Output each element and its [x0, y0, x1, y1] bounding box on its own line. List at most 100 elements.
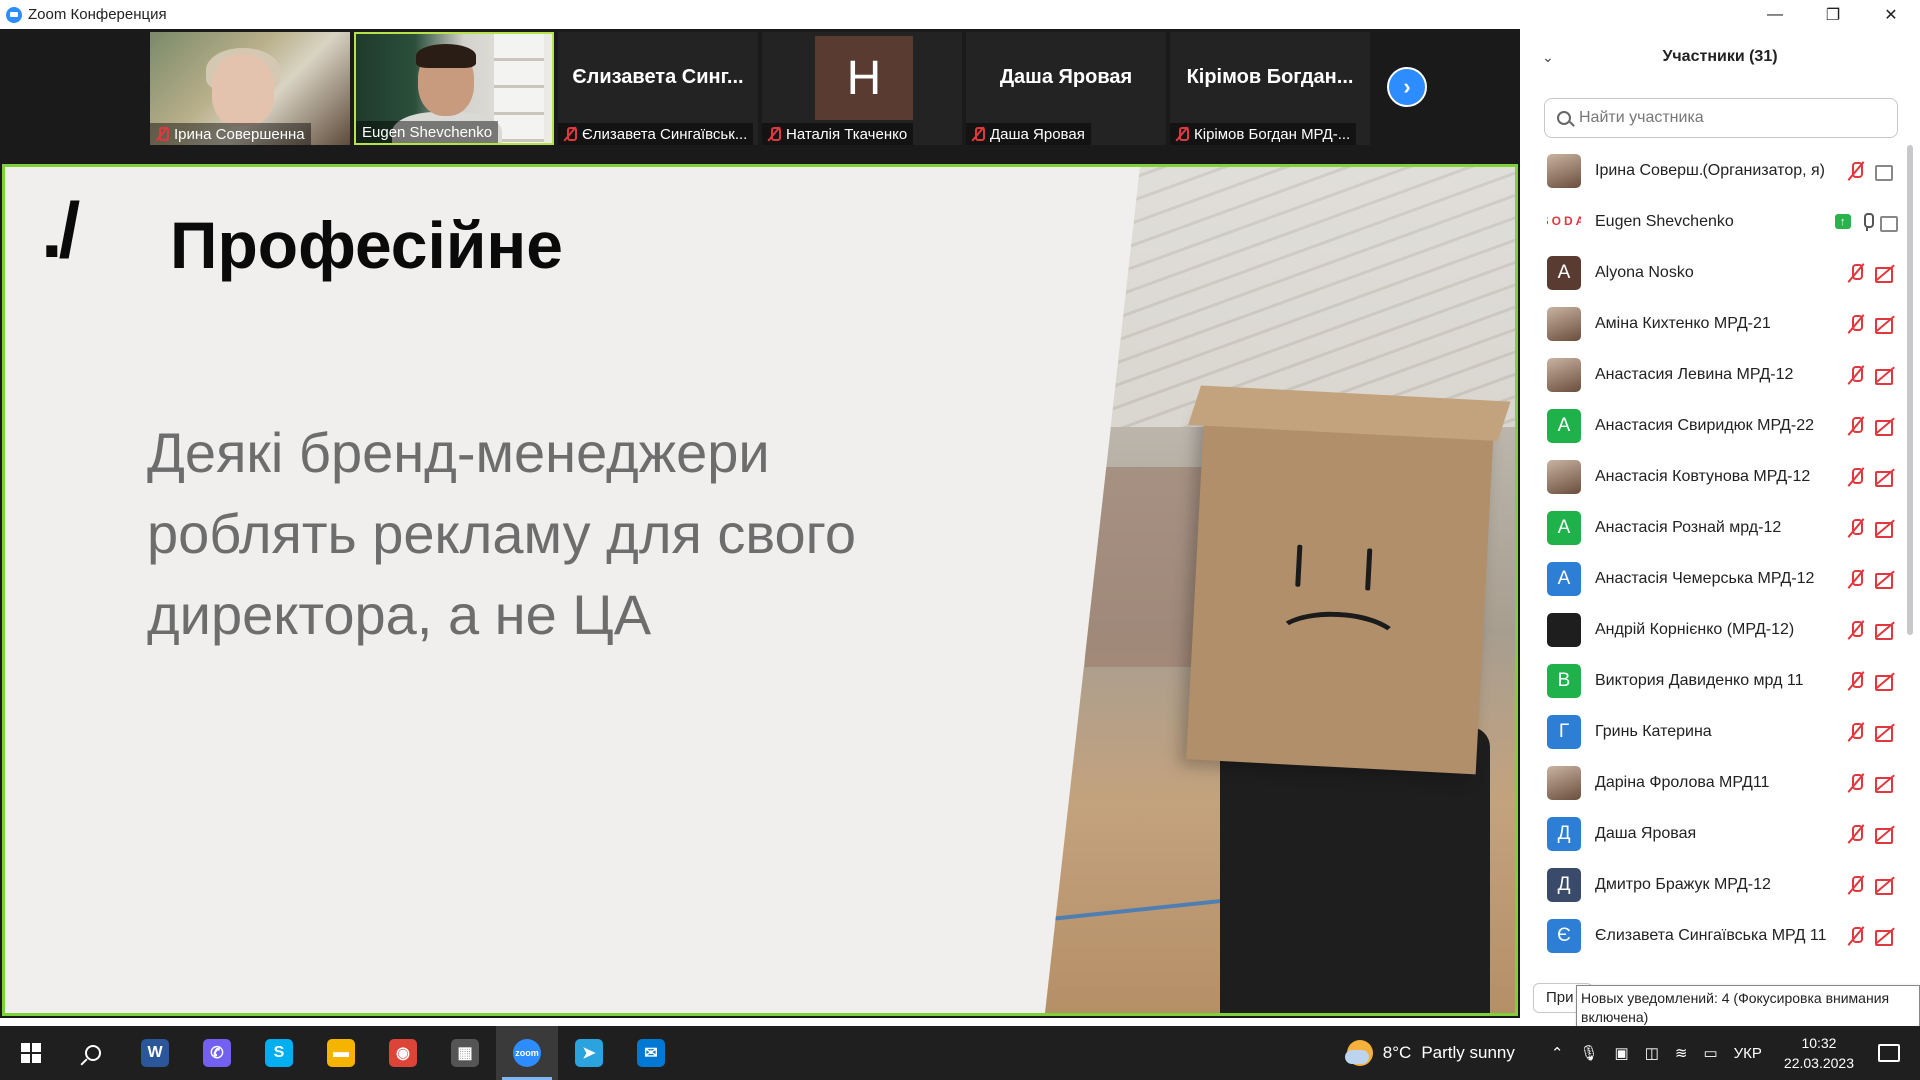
participant-avatar: Г: [1547, 714, 1581, 749]
camera-off-icon[interactable]: [1875, 673, 1897, 691]
participant-avatar: [1547, 459, 1581, 494]
taskbar-zoom[interactable]: zoom: [496, 1026, 558, 1080]
participant-row[interactable]: Анастасія Ковтунова МРД-12: [1520, 451, 1905, 502]
camera-off-icon[interactable]: [1875, 622, 1897, 640]
video-tile-2[interactable]: Eugen Shevchenko: [354, 32, 554, 145]
weather-widget[interactable]: 8°C Partly sunny: [1344, 1040, 1515, 1066]
restore-button[interactable]: ❐: [1804, 0, 1862, 29]
muted-mic-icon[interactable]: [1847, 620, 1865, 640]
participant-row[interactable]: Є Єлизавета Сингаївська МРД 11: [1520, 910, 1905, 961]
participant-row[interactable]: А Анастасія Чемерська МРД-12: [1520, 553, 1905, 604]
camera-off-icon[interactable]: [1875, 928, 1897, 946]
muted-mic-icon[interactable]: [1847, 416, 1865, 436]
muted-mic-icon[interactable]: [1847, 875, 1865, 895]
microphone-icon[interactable]: 🎙: [1579, 1044, 1598, 1062]
search-icon: [1557, 111, 1571, 125]
taskbar-viber[interactable]: ✆: [186, 1026, 248, 1080]
video-tile-6[interactable]: Кірімов Богдан... Кірімов Богдан МРД-...: [1170, 32, 1370, 145]
taskbar-telegram[interactable]: ➤: [558, 1026, 620, 1080]
participant-row[interactable]: А Анастасия Свиридюк МРД-22: [1520, 400, 1905, 451]
taskbar-chrome[interactable]: ◉: [372, 1026, 434, 1080]
participant-row[interactable]: Аміна Кихтенко МРД-21: [1520, 298, 1905, 349]
muted-mic-icon[interactable]: [1847, 773, 1865, 793]
muted-mic-icon[interactable]: [1847, 467, 1865, 487]
participant-row[interactable]: В Виктория Давиденко мрд 11: [1520, 655, 1905, 706]
participant-name: Анастасія Ковтунова МРД-12: [1595, 467, 1811, 485]
participant-row[interactable]: Анастасия Левина МРД-12: [1520, 349, 1905, 400]
participant-row[interactable]: Г Гринь Катерина: [1520, 706, 1905, 757]
sad-box-image: [1186, 385, 1511, 775]
participant-avatar: А: [1547, 510, 1581, 545]
camera-off-icon[interactable]: [1875, 826, 1897, 844]
taskbar-explorer[interactable]: ▬: [310, 1026, 372, 1080]
camera-off-icon[interactable]: [1875, 265, 1897, 283]
participant-row[interactable]: Ірина Соверш... (Организатор, я): [1520, 145, 1905, 196]
video-tile-5[interactable]: Даша Яровая Даша Яровая: [966, 32, 1166, 145]
participant-avatar: А: [1547, 561, 1581, 596]
participant-search-input[interactable]: [1579, 109, 1879, 127]
next-page-button[interactable]: ›: [1387, 67, 1427, 107]
meet-now-icon[interactable]: ▣: [1615, 1044, 1629, 1062]
start-button[interactable]: [0, 1026, 62, 1080]
muted-mic-icon[interactable]: [1847, 926, 1865, 946]
notification-center-icon[interactable]: [1878, 1044, 1900, 1062]
muted-mic-icon[interactable]: [1847, 518, 1865, 538]
participant-row[interactable]: Даріна Фролова МРД11: [1520, 757, 1905, 808]
search-icon: [85, 1045, 101, 1061]
camera-icon[interactable]: [1879, 214, 1899, 232]
camera-off-icon[interactable]: [1875, 571, 1897, 589]
clock-date: 22.03.2023: [1783, 1055, 1854, 1071]
camera-off-icon[interactable]: [1875, 469, 1897, 487]
video-tile-4[interactable]: Н Наталія Ткаченко: [762, 32, 962, 145]
battery-icon[interactable]: ▭: [1703, 1044, 1717, 1062]
taskbar-store[interactable]: ▦: [434, 1026, 496, 1080]
muted-mic-icon[interactable]: [1847, 671, 1865, 691]
mic-icon[interactable]: [1861, 212, 1875, 231]
muted-mic-icon[interactable]: [1847, 314, 1865, 334]
camera-off-icon[interactable]: [1875, 724, 1897, 742]
participant-avatar: A: [1547, 255, 1581, 290]
participant-row[interactable]: А Анастасія Рознай мрд-12: [1520, 502, 1905, 553]
language-indicator[interactable]: УКР: [1734, 1045, 1762, 1062]
muted-mic-icon[interactable]: [1847, 824, 1865, 844]
taskbar-word[interactable]: W: [124, 1026, 186, 1080]
close-button[interactable]: ✕: [1862, 0, 1920, 29]
video-tile-1[interactable]: Ірина Совершенна: [150, 32, 350, 145]
participant-row[interactable]: A Alyona Nosko: [1520, 247, 1905, 298]
participant-search[interactable]: [1544, 98, 1898, 138]
camera-icon[interactable]: ◫: [1645, 1044, 1659, 1062]
camera-off-icon[interactable]: [1875, 316, 1897, 334]
taskbar-search-button[interactable]: [62, 1026, 124, 1080]
camera-off-icon[interactable]: [1875, 520, 1897, 538]
participant-row[interactable]: SODA Eugen Shevchenko ↑: [1520, 196, 1905, 247]
participant-list-scrollbar[interactable]: [1907, 145, 1913, 635]
taskbar-skype[interactable]: S: [248, 1026, 310, 1080]
participant-name: Аміна Кихтенко МРД-21: [1595, 314, 1771, 332]
slide-text: Деякі бренд-менеджери роблять рекламу дл…: [147, 421, 856, 646]
camera-off-icon[interactable]: [1875, 877, 1897, 895]
wifi-icon[interactable]: ≋: [1675, 1044, 1688, 1062]
participant-row[interactable]: Д Дмитро Бражук МРД-12: [1520, 859, 1905, 910]
camera-icon[interactable]: [1875, 163, 1897, 181]
camera-off-icon[interactable]: [1875, 367, 1897, 385]
participant-name: Alyona Nosko: [1595, 263, 1694, 281]
camera-off-icon[interactable]: [1875, 418, 1897, 436]
participant-row[interactable]: Д Даша Яровая: [1520, 808, 1905, 859]
minimize-button[interactable]: —: [1746, 0, 1804, 29]
slide: ./ Професійне Деякі бренд-менеджери робл…: [2, 164, 1518, 1016]
clock[interactable]: 10:32 22.03.2023: [1784, 1033, 1854, 1073]
participant-avatar: Є: [1547, 918, 1581, 953]
muted-mic-icon[interactable]: [1847, 263, 1865, 283]
muted-mic-icon[interactable]: [1847, 161, 1865, 181]
participants-title: Участники (31): [1662, 48, 1778, 65]
participant-row[interactable]: Андрій Корнієнко (МРД-12): [1520, 604, 1905, 655]
muted-mic-icon[interactable]: [1847, 722, 1865, 742]
camera-off-icon[interactable]: [1875, 775, 1897, 793]
video-tile-3[interactable]: Єлизавета Синг... Єлизавета Сингаївськ..…: [558, 32, 758, 145]
muted-mic-icon[interactable]: [1847, 569, 1865, 589]
participant-name: Ірина Соверш...: [1595, 161, 1703, 179]
muted-mic-icon[interactable]: [1847, 365, 1865, 385]
tray-chevron-icon[interactable]: ⌃: [1551, 1044, 1564, 1062]
participant-avatar: [1547, 153, 1581, 188]
taskbar-mail[interactable]: ✉: [620, 1026, 682, 1080]
